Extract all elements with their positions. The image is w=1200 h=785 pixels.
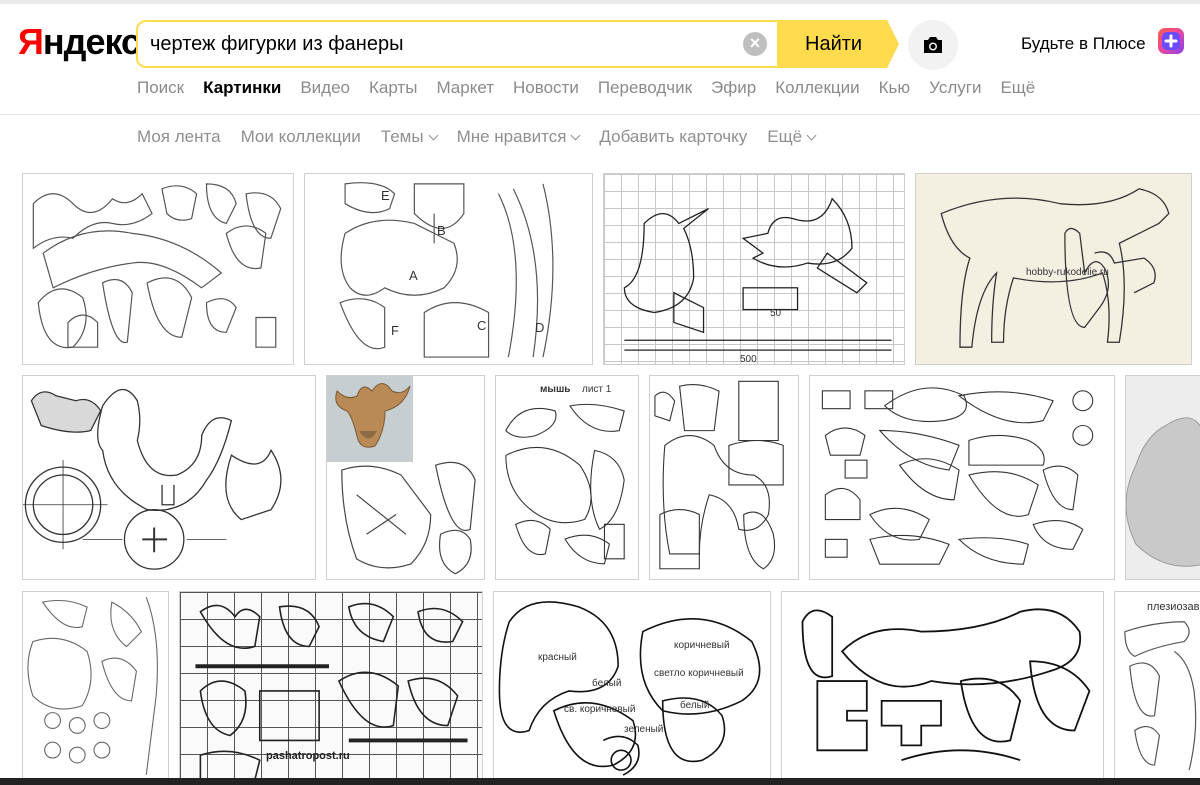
part-label: D (535, 320, 545, 335)
nav-services[interactable]: Услуги (929, 78, 981, 98)
subnav-add-card[interactable]: Добавить карточку (599, 127, 747, 147)
color-label: белый (680, 700, 710, 711)
color-label: св. коричневый (564, 704, 636, 715)
watermark-text: hobby-rukodelie.ru (1026, 267, 1109, 278)
plus-promo-link[interactable]: Будьте в Плюсе (1021, 34, 1146, 54)
subnav-more[interactable]: Ещё (767, 127, 817, 147)
subnav-more-label: Ещё (767, 127, 803, 146)
mixed-figures-drawing (821, 387, 1094, 565)
chevron-down-icon (806, 130, 817, 141)
top-border (0, 0, 1200, 4)
image-result-mouse[interactable]: мышь лист 1 (495, 375, 639, 580)
image-result-ducks-grid[interactable]: 50 500 (603, 173, 905, 365)
nav-video[interactable]: Видео (300, 78, 350, 98)
animal-parts-drawing (654, 380, 784, 570)
mushroom-puzzle-drawing (498, 601, 761, 776)
gray-silhouette (1126, 417, 1200, 567)
nav-images[interactable]: Картинки (203, 78, 281, 98)
subnav-my-collections[interactable]: Мои коллекции (241, 127, 361, 147)
part-label: A (409, 268, 418, 283)
color-label: светло коричневый (654, 668, 744, 679)
part-label: B (437, 223, 446, 238)
elephant-parts-drawing (339, 182, 554, 358)
search-form: × Найти (136, 20, 899, 68)
nav-market[interactable]: Маркет (436, 78, 494, 98)
sheet-title: мышь (540, 384, 571, 395)
moose-parts-drawing (341, 461, 476, 575)
dimension-label: 500 (740, 354, 757, 365)
image-result-elephant-parts[interactable]: E B A F C D (304, 173, 593, 365)
nav-efir[interactable]: Эфир (711, 78, 756, 98)
clear-icon[interactable]: × (743, 32, 767, 56)
image-result-horse-parts[interactable] (649, 375, 799, 580)
animal-puzzle-drawing (801, 608, 1091, 762)
nav-news[interactable]: Новости (513, 78, 579, 98)
image-result-rooster[interactable] (22, 375, 316, 580)
rooster-drawing (23, 388, 282, 570)
dimension-label: 50 (770, 308, 782, 319)
nav-more[interactable]: Ещё (1000, 78, 1035, 98)
color-label: красный (538, 652, 577, 663)
image-result-animal-puzzle[interactable] (781, 591, 1104, 781)
subnav-likes-label: Мне нравится (456, 127, 567, 146)
nav-translator[interactable]: Переводчик (598, 78, 692, 98)
part-label: E (381, 188, 390, 203)
subnav-topics-label: Темы (380, 127, 424, 146)
sheet-number: лист 1 (582, 384, 612, 395)
subnav-likes[interactable]: Мне нравится (456, 127, 581, 147)
image-result-plesiosaur[interactable]: плезиозавр (1114, 591, 1200, 781)
image-result-gray-shape[interactable] (1125, 375, 1200, 580)
service-nav: Поиск Картинки Видео Карты Маркет Новост… (137, 78, 1035, 98)
part-label: F (391, 323, 399, 338)
search-input[interactable] (150, 22, 740, 66)
logo-rest: ндекс (42, 21, 141, 62)
color-label: коричневый (674, 640, 730, 651)
nav-search[interactable]: Поиск (137, 78, 184, 98)
nav-collections[interactable]: Коллекции (775, 78, 859, 98)
camera-search-button[interactable] (908, 20, 958, 70)
header: Яндекс × Найти Будьте в Плюсе Поиск Ка (0, 0, 1200, 115)
color-label: белый (592, 678, 622, 689)
image-result-dinosaur-parts[interactable] (22, 173, 294, 365)
images-subnav: Моя лента Мои коллекции Темы Мне нравитс… (137, 127, 817, 147)
ducks-drawing (623, 197, 892, 351)
image-result-mixed-figures[interactable] (809, 375, 1115, 580)
image-title: плезиозавр (1147, 601, 1200, 613)
yandex-logo[interactable]: Яндекс (18, 21, 141, 62)
color-label: зеленый (624, 724, 664, 735)
subnav-my-feed[interactable]: Моя лента (137, 127, 221, 147)
image-result-mushroom[interactable]: красный коричневый светло коричневый бел… (493, 591, 771, 781)
image-result-horse[interactable]: hobby-rukodelie.ru (915, 173, 1192, 365)
plesiosaur-drawing (1124, 621, 1197, 771)
part-label: C (477, 318, 487, 333)
nav-q[interactable]: Кью (879, 78, 911, 98)
search-box: × (136, 20, 777, 68)
subnav-topics[interactable]: Темы (380, 127, 439, 147)
camera-icon (924, 37, 942, 53)
logo-first-letter: Я (18, 21, 44, 62)
image-result-grid-figures[interactable]: pashatropost.ru (179, 591, 483, 781)
bottom-edge (0, 778, 1200, 785)
find-button[interactable]: Найти (777, 20, 899, 68)
plywood-parts-drawing (32, 183, 282, 349)
chevron-down-icon (428, 130, 439, 141)
image-result-frog-parts[interactable] (22, 591, 169, 781)
nav-maps[interactable]: Карты (369, 78, 417, 98)
chevron-down-icon (570, 130, 581, 141)
watermark-text: pashatropost.ru (266, 750, 350, 762)
plus-icon[interactable] (1158, 28, 1184, 54)
frog-parts-drawing (27, 597, 158, 775)
mouse-parts-drawing (505, 403, 625, 565)
image-result-moose-head[interactable] (326, 375, 485, 580)
